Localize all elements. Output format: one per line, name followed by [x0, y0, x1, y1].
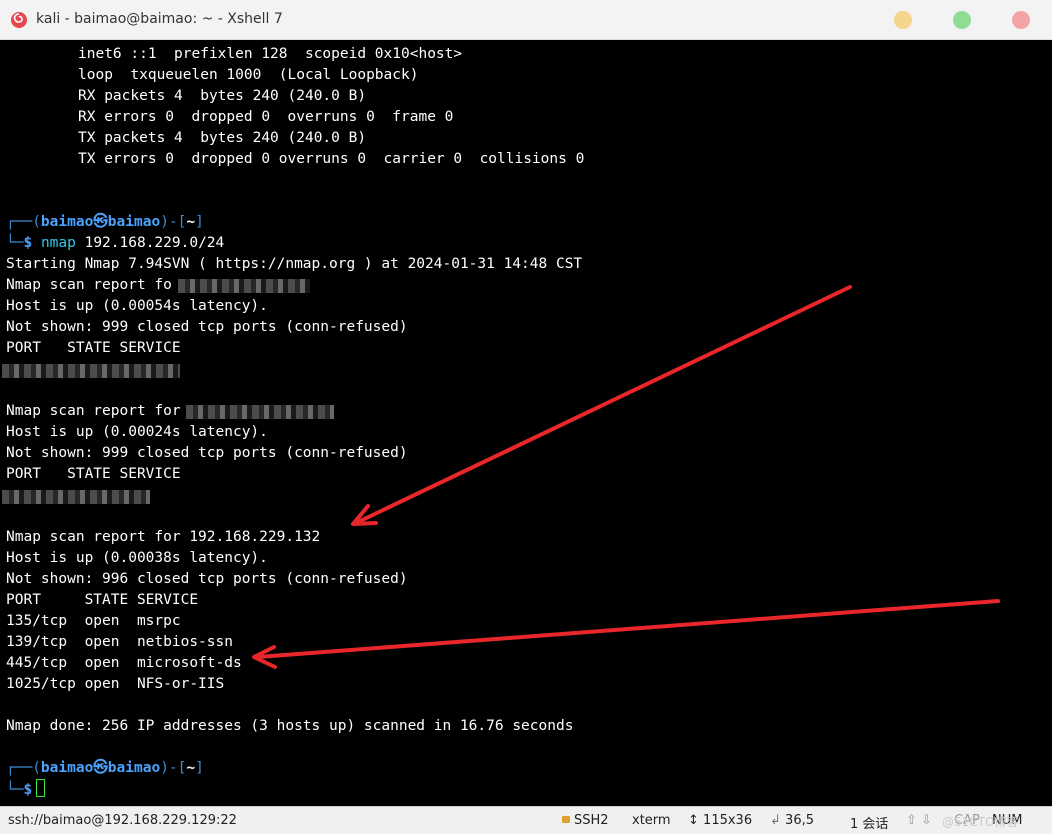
prompt-user-host: baimao㉿baimao — [40, 214, 161, 230]
port-row: 135/tcp open msrpc — [6, 613, 181, 629]
resize-icon: ↕ — [688, 813, 699, 828]
ifconfig-line: inet6 ::1 prefixlen 128 scopeid 0x10<hos… — [78, 46, 463, 62]
prompt-directory: ~ — [186, 214, 196, 230]
output-line: Host is up (0.00024s latency). — [6, 424, 268, 440]
prompt-frame: )-[ — [160, 760, 187, 776]
output-line: Nmap done: 256 IP addresses (3 hosts up)… — [6, 718, 574, 734]
prompt-frame: ┌──( — [6, 760, 41, 776]
command-args: 192.168.229.0/24 — [75, 235, 225, 251]
connection-string: ssh://baimao@192.168.229.129:22 — [8, 813, 237, 828]
ifconfig-line: RX errors 0 dropped 0 overruns 0 frame 0 — [78, 109, 454, 125]
redacted-port-line — [2, 490, 150, 504]
terminal-size: ↕ 115x36 — [688, 813, 752, 828]
output-line: PORT STATE SERVICE — [6, 466, 181, 482]
prompt-frame: )-[ — [160, 214, 187, 230]
size-label: 115x36 — [703, 813, 753, 828]
prompt-dollar: $ — [23, 235, 33, 251]
window-title: kali - baimao@baimao: ~ - Xshell 7 — [36, 11, 283, 27]
port-row: 445/tcp open microsoft-ds — [6, 655, 242, 671]
cursor-pos-label: 36,5 — [785, 813, 814, 828]
cursor-position: ↲ 36,5 — [770, 813, 814, 828]
output-line: Nmap scan report for 192.168.229.132 — [6, 529, 321, 545]
command-line: └─$ — [6, 779, 46, 800]
port-row: 139/tcp open netbios-ssn — [6, 634, 233, 650]
command-line: └─$ nmap 192.168.229.0/24 — [6, 233, 224, 254]
title-bar: kali - baimao@baimao: ~ - Xshell 7 — [0, 0, 1052, 40]
prompt-frame: ┌──( — [6, 214, 41, 230]
output-line: Starting Nmap 7.94SVN ( https://nmap.org… — [6, 256, 583, 272]
terminal-area[interactable]: inet6 ::1 prefixlen 128 scopeid 0x10<hos… — [0, 40, 1052, 806]
close-button[interactable] — [1012, 11, 1030, 29]
command-name: nmap — [40, 235, 76, 251]
output-line: Not shown: 999 closed tcp ports (conn-re… — [6, 319, 408, 335]
output-line: PORT STATE SERVICE — [6, 592, 199, 608]
text-cursor — [36, 779, 46, 797]
ifconfig-line: RX packets 4 bytes 240 (240.0 B) — [78, 88, 367, 104]
shell-prompt: ┌──(baimao㉿baimao)-[~] — [6, 758, 204, 779]
prompt-user-host: baimao㉿baimao — [40, 760, 161, 776]
scroll-arrows-icon[interactable]: ⇧ ⇩ — [906, 813, 932, 828]
protocol-label: SSH2 — [574, 813, 609, 828]
terminal-type: xterm — [632, 813, 671, 828]
xshell-app-icon — [11, 12, 27, 28]
output-line: Nmap scan report for — [6, 403, 181, 419]
shell-prompt: ┌──(baimao㉿baimao)-[~] — [6, 212, 204, 233]
lock-icon — [562, 816, 570, 823]
output-line: Not shown: 999 closed tcp ports (conn-re… — [6, 445, 408, 461]
port-row: 1025/tcp open NFS-or-IIS — [6, 676, 225, 692]
ifconfig-line: loop txqueuelen 1000 (Local Loopback) — [78, 67, 419, 83]
output-line: PORT STATE SERVICE — [6, 340, 181, 356]
prompt-frame: ] — [195, 760, 204, 776]
ifconfig-line: TX packets 4 bytes 240 (240.0 B) — [78, 130, 367, 146]
prompt-frame: └─ — [6, 782, 24, 798]
protocol-indicator: SSH2 — [562, 813, 609, 828]
session-count: 1 会话 — [850, 817, 889, 832]
redacted-ip — [178, 279, 310, 293]
minimize-button[interactable] — [894, 11, 912, 29]
redacted-ip — [186, 405, 334, 419]
ifconfig-line: TX errors 0 dropped 0 overruns 0 carrier… — [78, 151, 585, 167]
redacted-port-line — [2, 364, 180, 378]
prompt-frame: └─ — [6, 235, 24, 251]
prompt-frame: ] — [195, 214, 204, 230]
status-bar: ssh://baimao@192.168.229.129:22 SSH2 xte… — [0, 806, 1052, 834]
cursor-pos-icon: ↲ — [770, 813, 781, 828]
prompt-dollar: $ — [23, 782, 33, 798]
output-line: Nmap scan report fo — [6, 277, 172, 293]
output-line: Host is up (0.00054s latency). — [6, 298, 268, 314]
output-line: Host is up (0.00038s latency). — [6, 550, 268, 566]
maximize-button[interactable] — [953, 11, 971, 29]
output-line: Not shown: 996 closed tcp ports (conn-re… — [6, 571, 408, 587]
watermark: @51CTO博客 — [942, 815, 1019, 829]
prompt-directory: ~ — [186, 760, 196, 776]
